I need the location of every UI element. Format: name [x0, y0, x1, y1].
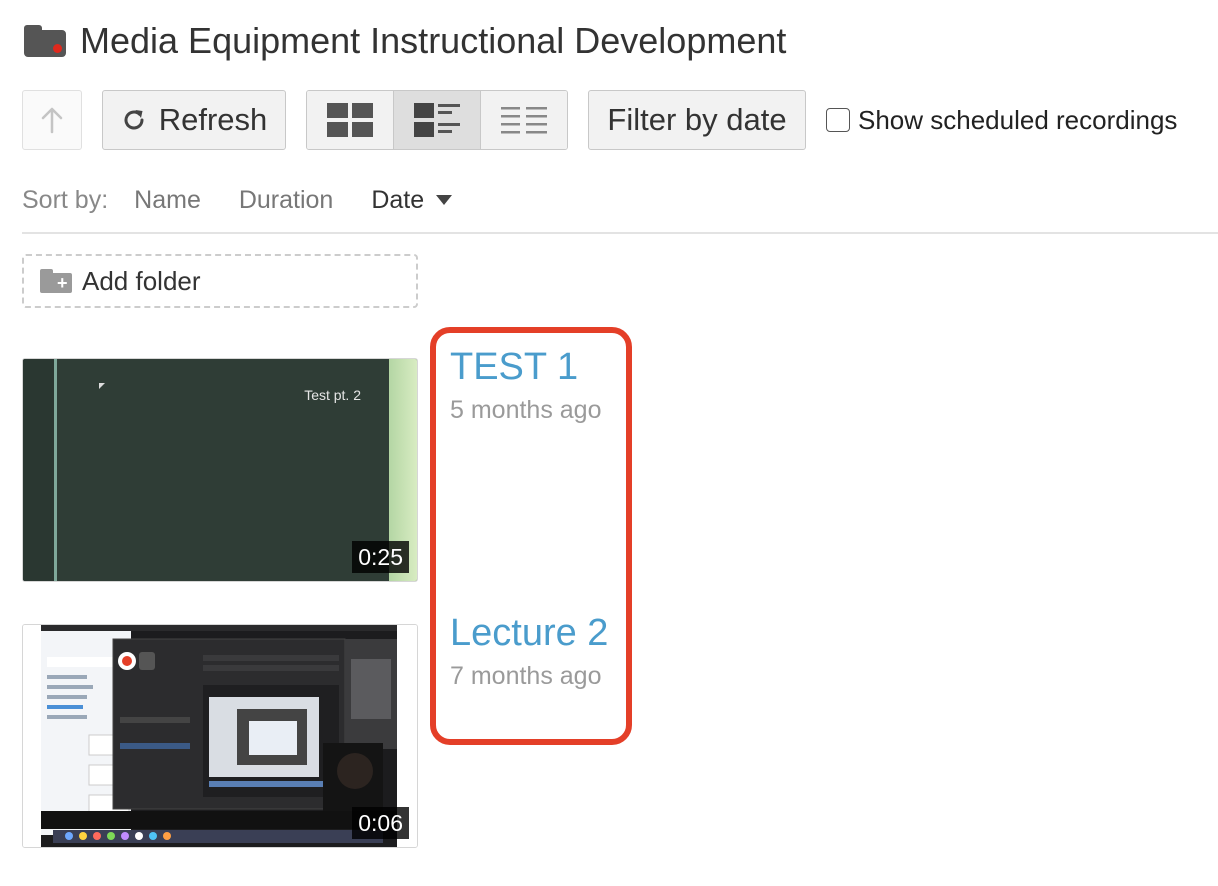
thumbnail-caption: Test pt. 2: [304, 387, 361, 403]
show-scheduled-checkbox[interactable]: [826, 108, 850, 132]
toolbar: Refresh Filter by date Show scheduled re…: [22, 90, 1177, 150]
sort-bar: Sort by: Name Duration Date: [22, 182, 453, 218]
folder-header: Media Equipment Instructional Developmen…: [24, 18, 786, 64]
show-scheduled-label: Show scheduled recordings: [858, 104, 1178, 135]
session-thumbnail[interactable]: Test pt. 2 0:25: [22, 358, 418, 582]
add-folder-label: Add folder: [82, 265, 201, 296]
folder-icon: [24, 25, 66, 57]
list-view-button[interactable]: [480, 91, 567, 149]
sort-direction-icon[interactable]: [436, 195, 453, 205]
session-thumbnail[interactable]: 0:06: [22, 624, 418, 848]
add-folder-icon: +: [40, 269, 72, 293]
filter-by-date-button[interactable]: Filter by date: [588, 90, 806, 150]
divider: [22, 232, 1218, 234]
page-title: Media Equipment Instructional Developmen…: [80, 20, 787, 61]
sort-by-duration[interactable]: Duration: [239, 186, 334, 215]
list-view-icon: [501, 107, 547, 134]
session-title-link[interactable]: Lecture 2: [450, 612, 608, 655]
session-age: 7 months ago: [450, 662, 602, 690]
duration-badge: 0:25: [352, 541, 409, 573]
view-mode-switcher: [306, 90, 568, 150]
refresh-button[interactable]: Refresh: [102, 90, 286, 150]
grid-view-button[interactable]: [307, 91, 393, 149]
duration-badge: 0:06: [352, 807, 409, 839]
session-age: 5 months ago: [450, 396, 602, 424]
sort-by-name[interactable]: Name: [134, 186, 201, 215]
grid-view-icon: [327, 103, 373, 137]
detail-view-button[interactable]: [393, 91, 480, 149]
refresh-label: Refresh: [158, 102, 268, 137]
arrow-up-icon: [41, 107, 63, 134]
add-folder-button[interactable]: + Add folder: [22, 254, 418, 308]
detail-view-icon: [414, 103, 460, 137]
show-scheduled-toggle[interactable]: Show scheduled recordings: [826, 105, 1177, 136]
sort-label: Sort by:: [22, 185, 109, 214]
up-button[interactable]: [22, 90, 82, 150]
session-title-link[interactable]: TEST 1: [450, 346, 578, 389]
refresh-icon: [121, 107, 147, 133]
sort-by-date[interactable]: Date: [371, 186, 424, 215]
